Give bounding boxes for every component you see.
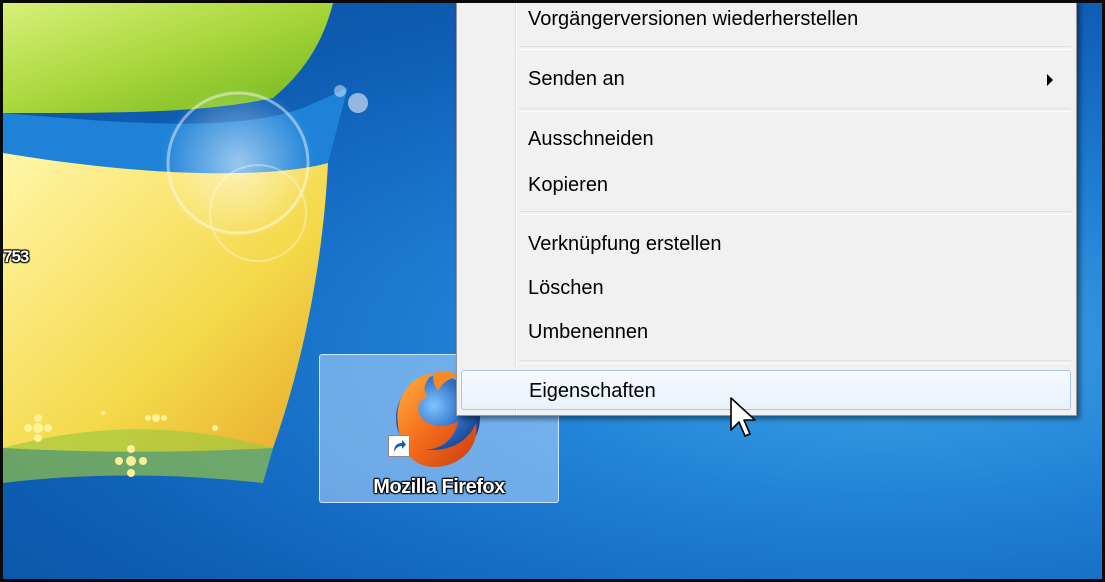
menu-item-copy[interactable]: Kopieren bbox=[461, 166, 1071, 204]
menu-item-label: Eigenschaften bbox=[529, 380, 656, 402]
menu-separator bbox=[519, 46, 1071, 50]
shortcut-label: Mozilla Firefox bbox=[373, 476, 505, 498]
menu-item-label: Ausschneiden bbox=[528, 128, 654, 150]
menu-item-restore-previous-versions[interactable]: Vorgängerversionen wiederherstellen bbox=[461, 3, 1071, 38]
menu-separator bbox=[519, 211, 1071, 215]
desktop-icon-label-partial[interactable]: 753 bbox=[3, 247, 29, 267]
menu-item-send-to[interactable]: Senden an bbox=[461, 60, 1071, 98]
menu-item-label: Vorgängerversionen wiederherstellen bbox=[528, 8, 859, 30]
submenu-arrow-icon bbox=[1047, 74, 1053, 86]
menu-item-cut[interactable]: Ausschneiden bbox=[461, 120, 1071, 158]
menu-item-rename[interactable]: Umbenennen bbox=[461, 313, 1071, 351]
menu-item-label: Kopieren bbox=[528, 174, 609, 196]
menu-item-properties[interactable]: Eigenschaften bbox=[461, 370, 1071, 410]
mouse-cursor-icon bbox=[730, 397, 756, 437]
menu-item-create-shortcut[interactable]: Verknüpfung erstellen bbox=[461, 225, 1071, 263]
menu-separator bbox=[519, 108, 1071, 112]
menu-item-label: Senden an bbox=[528, 68, 625, 90]
menu-separator bbox=[519, 360, 1071, 364]
shortcut-arrow-icon bbox=[388, 435, 410, 457]
context-menu: Vorgängerversionen wiederherstellen Send… bbox=[456, 3, 1077, 416]
screen-frame: 753 Mozilla Firefox Vorgängerversionen w… bbox=[0, 0, 1105, 582]
menu-item-delete[interactable]: Löschen bbox=[461, 269, 1071, 307]
menu-item-label: Umbenennen bbox=[528, 321, 649, 343]
menu-item-label: Löschen bbox=[528, 277, 604, 299]
menu-item-label: Verknüpfung erstellen bbox=[528, 233, 722, 255]
